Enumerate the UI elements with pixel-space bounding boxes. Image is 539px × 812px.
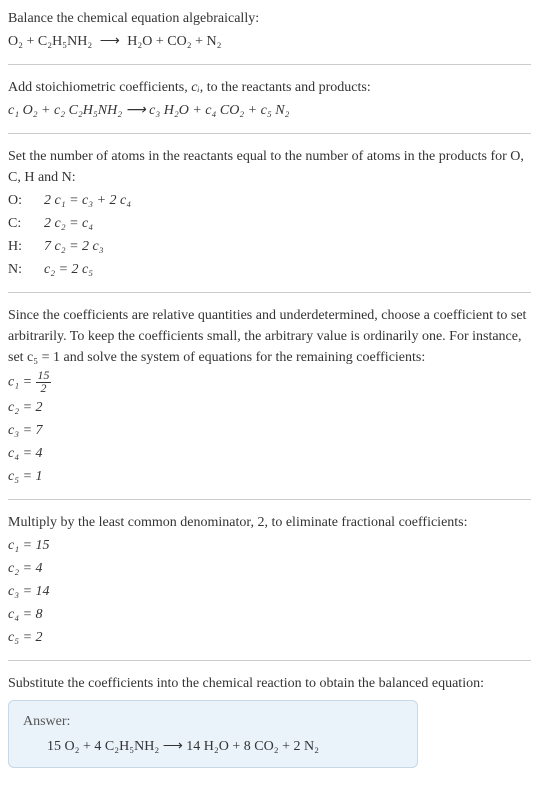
atom-row: C: 2 c₂ = c₄ [8, 213, 531, 234]
fraction: 152 [36, 370, 52, 395]
substitute-section: Substitute the coefficients into the che… [8, 673, 531, 768]
answer-equation: 15 O₂ + 4 C₂H₅NH₂ ⟶ 14 H₂O + 8 CO₂ + 2 N… [23, 736, 403, 757]
lcd-text: Multiply by the least common denominator… [8, 512, 531, 533]
answer-box: Answer: 15 O₂ + 4 C₂H₅NH₂ ⟶ 14 H₂O + 8 C… [8, 700, 418, 768]
underdetermined-section: Since the coefficients are relative quan… [8, 305, 531, 487]
substitute-text: Substitute the coefficients into the che… [8, 673, 531, 694]
atom-equation: c₂ = 2 c₅ [44, 259, 93, 280]
stoich-title: Add stoichiometric coefficients, cᵢ, to … [8, 77, 531, 98]
atoms-title: Set the number of atoms in the reactants… [8, 146, 531, 188]
atom-label: C: [8, 213, 28, 234]
lcd-section: Multiply by the least common denominator… [8, 512, 531, 648]
divider [8, 292, 531, 293]
answer-label: Answer: [23, 711, 403, 732]
atom-equation: 2 c₂ = c₄ [44, 213, 93, 234]
intro-title: Balance the chemical equation algebraica… [8, 8, 531, 29]
atom-row: N: c₂ = 2 c₅ [8, 259, 531, 280]
coeff-c1: c₁ = 15 [8, 535, 531, 556]
atom-label: H: [8, 236, 28, 257]
coeff-c5: c₅ = 2 [8, 627, 531, 648]
stoich-section: Add stoichiometric coefficients, cᵢ, to … [8, 77, 531, 121]
coeff-c2: c₂ = 4 [8, 558, 531, 579]
divider [8, 499, 531, 500]
coeff-c5: c₅ = 1 [8, 466, 531, 487]
c1-label: c₁ = [8, 375, 36, 390]
intro-rhs: H₂O + CO₂ + N₂ [127, 34, 221, 49]
atoms-section: Set the number of atoms in the reactants… [8, 146, 531, 280]
stoich-var: cᵢ [191, 80, 199, 95]
intro-section: Balance the chemical equation algebraica… [8, 8, 531, 52]
coeff-c4: c₄ = 4 [8, 443, 531, 464]
divider [8, 660, 531, 661]
underdetermined-text: Since the coefficients are relative quan… [8, 305, 531, 368]
stoich-equation: c₁ O₂ + c₂ C₂H₅NH₂ ⟶ c₃ H₂O + c₄ CO₂ + c… [8, 100, 531, 121]
coeff-c4: c₄ = 8 [8, 604, 531, 625]
fraction-den: 2 [36, 383, 52, 395]
atom-label: O: [8, 190, 28, 211]
arrow-symbol: ⟶ [100, 34, 120, 49]
atom-row: O: 2 c₁ = c₃ + 2 c₄ [8, 190, 531, 211]
intro-lhs: O₂ + C₂H₅NH₂ [8, 34, 92, 49]
divider [8, 133, 531, 134]
atom-equation: 2 c₁ = c₃ + 2 c₄ [44, 190, 131, 211]
stoich-title-suffix: , to the reactants and products: [200, 80, 371, 95]
intro-equation: O₂ + C₂H₅NH₂ ⟶ H₂O + CO₂ + N₂ [8, 31, 531, 52]
stoich-title-prefix: Add stoichiometric coefficients, [8, 80, 191, 95]
divider [8, 64, 531, 65]
coeff-c2: c₂ = 2 [8, 397, 531, 418]
atom-row: H: 7 c₂ = 2 c₃ [8, 236, 531, 257]
coeff-c3: c₃ = 7 [8, 420, 531, 441]
coeff-c1: c₁ = 152 [8, 370, 531, 395]
atom-label: N: [8, 259, 28, 280]
coeff-c3: c₃ = 14 [8, 581, 531, 602]
atom-equation: 7 c₂ = 2 c₃ [44, 236, 104, 257]
